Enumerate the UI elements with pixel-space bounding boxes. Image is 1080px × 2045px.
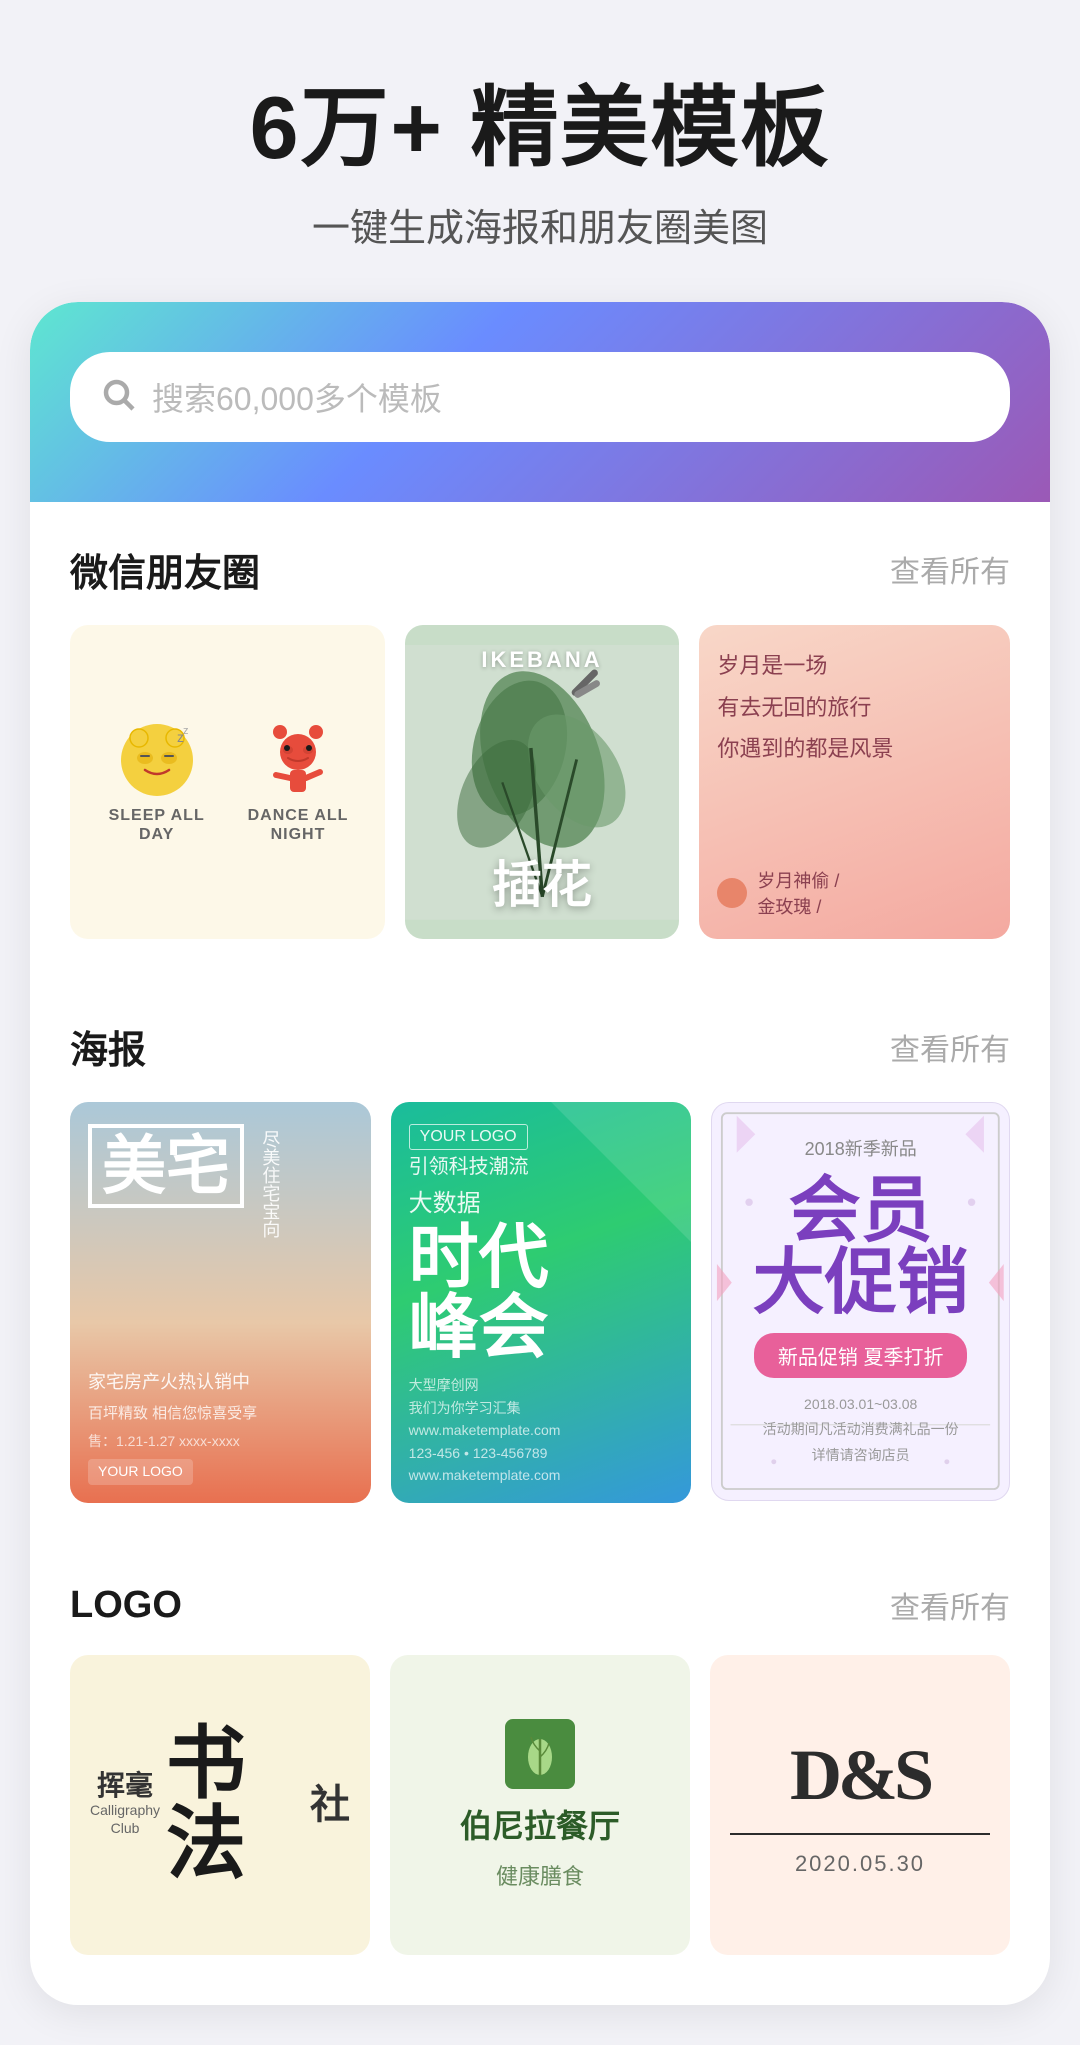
ds-date: 2020.05.30 xyxy=(795,1851,925,1877)
bigdata-details: 大型摩创网我们为你学习汇集www.maketemplate.com123-456… xyxy=(409,1374,674,1486)
template-member[interactable]: 2018新季新品 会员大促销 新品促销 夏季打折 2018.03.01~03.0… xyxy=(711,1102,1010,1500)
app-card: 搜索60,000多个模板 微信朋友圈 查看所有 xyxy=(30,302,1050,2006)
ds-symbol: D&S xyxy=(790,1734,930,1817)
sleep-label: SLEEP ALL DAY xyxy=(90,806,223,844)
poem-author: 岁月神偷 / 金玫瑰 / xyxy=(717,867,992,919)
poem-lines: 岁月是一场 有去无回的旅行 你遇到的都是风景 xyxy=(717,645,992,770)
search-bar[interactable]: 搜索60,000多个模板 xyxy=(70,352,1010,442)
calligraphy-big-cn: 书法 xyxy=(166,1725,304,1885)
template-sleep-dance[interactable]: z z SLEEP ALL DAY xyxy=(70,625,385,940)
svg-text:z: z xyxy=(183,725,189,737)
poem-author-name2: 金玫瑰 / xyxy=(757,893,839,919)
poster-section-header: 海报 查看所有 xyxy=(70,1019,1010,1074)
dance-label: DANCE ALL NIGHT xyxy=(231,806,364,844)
search-header: 搜索60,000多个模板 xyxy=(30,302,1050,502)
member-sub-badge: 新品促销 夏季打折 xyxy=(754,1333,968,1378)
calligraphy-en: Calligraphy Club xyxy=(90,1801,160,1837)
meizhai-main-text: 美宅 xyxy=(88,1124,244,1208)
poster-see-all[interactable]: 查看所有 xyxy=(890,1025,1010,1069)
bernila-logo-icon xyxy=(505,1719,575,1789)
meizhai-logo: YOUR LOGO xyxy=(98,1463,183,1479)
wechat-section-title: 微信朋友圈 xyxy=(70,542,260,597)
ikebana-label-cn: 插花 xyxy=(492,845,592,917)
template-ikebana[interactable]: IKEBANA 插花 xyxy=(405,625,680,940)
wechat-section-header: 微信朋友圈 查看所有 xyxy=(70,542,1010,597)
poster-section: 海报 查看所有 美宅 尽美住宅宝向 家宅房产火热认销中 百坪精致 相信您惊喜受享 xyxy=(30,979,1050,1513)
search-input-placeholder: 搜索60,000多个模板 xyxy=(152,374,442,420)
triangle-decoration xyxy=(551,1102,691,1242)
poem-line3: 你遇到的都是风景 xyxy=(717,728,992,770)
sleeping-character-icon: z z xyxy=(117,720,197,800)
wechat-template-grid: z z SLEEP ALL DAY xyxy=(70,625,1010,940)
search-icon xyxy=(100,376,136,418)
poster-section-title: 海报 xyxy=(70,1019,146,1074)
leaf-icon xyxy=(515,1729,565,1779)
bigdata-logo-badge: YOUR LOGO xyxy=(409,1124,528,1150)
logo-section-header: LOGO 查看所有 xyxy=(70,1583,1010,1627)
ds-divider xyxy=(730,1833,990,1835)
page-header: 6万+ 精美模板 一键生成海报和朋友圈美图 xyxy=(0,0,1080,302)
poster-template-grid: 美宅 尽美住宅宝向 家宅房产火热认销中 百坪精致 相信您惊喜受享 售：1.21-… xyxy=(70,1102,1010,1503)
bigdata-title: 时代峰会 xyxy=(409,1222,674,1362)
wechat-see-all[interactable]: 查看所有 xyxy=(890,547,1010,591)
calligraphy-text-block: 挥毫 Calligraphy Club xyxy=(90,1773,160,1837)
logo-section-title: LOGO xyxy=(70,1584,182,1627)
member-details: 2018.03.01~03.08活动期间凡活动消费满礼品一份详情请咨询店员 xyxy=(763,1392,959,1468)
template-calligraphy-logo[interactable]: 挥毫 Calligraphy Club 书法 社 xyxy=(70,1655,370,1955)
calligraphy-brush-char: 挥毫 xyxy=(97,1773,153,1801)
calligraphy-logo-wrap: 挥毫 Calligraphy Club 书法 社 xyxy=(90,1725,350,1885)
poem-line1: 岁月是一场 xyxy=(717,645,992,687)
meizhai-bottom: 家宅房产火热认销中 百坪精致 相信您惊喜受享 售：1.21-1.27 xxxx-… xyxy=(88,1368,353,1485)
page-subtitle: 一键生成海报和朋友圈美图 xyxy=(60,197,1020,252)
ikebana-label-en: IKEBANA xyxy=(481,647,602,673)
dancing-character-icon xyxy=(258,720,338,800)
poem-line2: 有去无回的旅行 xyxy=(717,687,992,729)
calligraphy-small-cn: 社 xyxy=(310,1785,350,1825)
template-bigdata[interactable]: YOUR LOGO 引领科技潮流 大数据 时代峰会 大型摩创网我们为你学习汇集w… xyxy=(391,1102,692,1503)
poem-author-name1: 岁月神偷 / xyxy=(757,867,839,893)
template-meizhai[interactable]: 美宅 尽美住宅宝向 家宅房产火热认销中 百坪精致 相信您惊喜受享 售：1.21-… xyxy=(70,1102,371,1503)
page-wrapper: 6万+ 精美模板 一键生成海报和朋友圈美图 搜索60,000多个模板 微信朋友圈… xyxy=(0,0,1080,2005)
poem-author-avatar xyxy=(717,878,747,908)
page-title: 6万+ 精美模板 xyxy=(60,80,1020,177)
meizhai-side-text: 尽美住宅宝向 xyxy=(254,1130,286,1238)
logo-section: LOGO 查看所有 挥毫 Calligraphy Club 书法 xyxy=(30,1543,1050,1965)
bernila-name: 伯尼拉餐厅 xyxy=(460,1801,620,1847)
bernila-sub: 健康膳食 xyxy=(496,1859,584,1891)
logo-template-grid: 挥毫 Calligraphy Club 书法 社 xyxy=(70,1655,1010,1955)
template-bernila-logo[interactable]: 伯尼拉餐厅 健康膳食 xyxy=(390,1655,690,1955)
template-ds-logo[interactable]: D&S 2020.05.30 xyxy=(710,1655,1010,1955)
member-year-badge: 2018新季新品 xyxy=(805,1135,917,1161)
wechat-section: 微信朋友圈 查看所有 xyxy=(30,502,1050,950)
member-main-text: 会员大促销 xyxy=(753,1175,969,1319)
template-moments-poem[interactable]: 岁月是一场 有去无回的旅行 你遇到的都是风景 岁月神偷 / 金玫瑰 / xyxy=(699,625,1010,940)
logo-see-all[interactable]: 查看所有 xyxy=(890,1583,1010,1627)
